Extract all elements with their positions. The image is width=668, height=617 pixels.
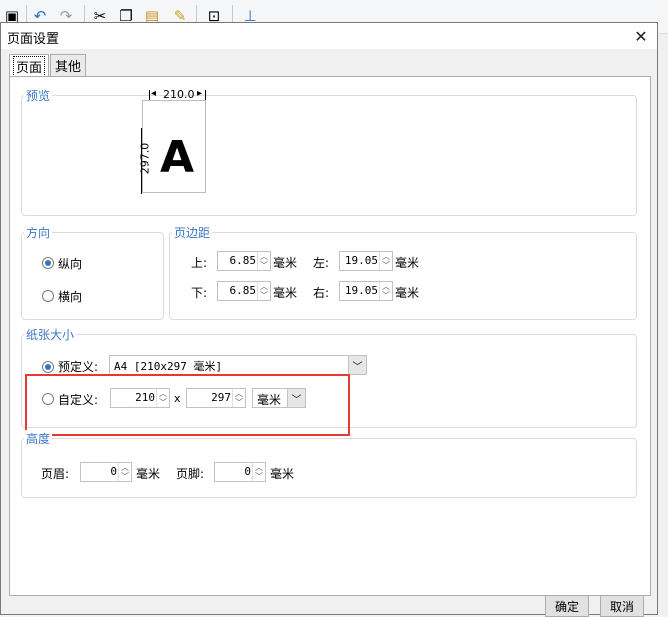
preview-group bbox=[21, 95, 637, 216]
margin-right-label: 右: bbox=[313, 286, 330, 300]
header-height-label: 页眉: bbox=[41, 467, 70, 481]
preset-size-select[interactable]: A4 [210x297 毫米] ﹀ bbox=[109, 355, 367, 375]
margin-right-unit: 毫米 bbox=[395, 286, 420, 300]
preview-letter: A bbox=[159, 131, 195, 183]
footer-height-unit: 毫米 bbox=[270, 467, 295, 481]
custom-size-highlight bbox=[25, 374, 350, 436]
margin-top-label: 上: bbox=[191, 256, 208, 270]
background-right-panel bbox=[658, 34, 668, 615]
margin-top-unit: 毫米 bbox=[273, 256, 298, 270]
margin-right-value: 19.05 bbox=[344, 284, 378, 297]
preview-width-text: 210.0 bbox=[163, 88, 195, 101]
margin-bottom-input[interactable]: 6.85 ︿ ﹀ bbox=[217, 281, 271, 301]
paper-size-group-label: 纸张大小 bbox=[24, 326, 77, 343]
margin-bottom-label: 下: bbox=[191, 286, 208, 300]
tab-page[interactable]: 页面 bbox=[9, 54, 49, 77]
margin-top-input[interactable]: 6.85 ︿ ﹀ bbox=[217, 251, 271, 271]
margin-bottom-value: 6.85 bbox=[229, 284, 257, 297]
margins-group bbox=[169, 232, 637, 320]
close-icon: ✕ bbox=[634, 26, 648, 46]
portrait-label[interactable]: 纵向 bbox=[58, 255, 82, 272]
close-button[interactable]: ✕ bbox=[627, 24, 655, 48]
dialog-title: 页面设置 bbox=[7, 32, 60, 47]
cancel-button[interactable]: 取消 bbox=[600, 595, 644, 617]
tab-other[interactable]: 其他 bbox=[50, 54, 86, 76]
margins-group-label: 页边距 bbox=[172, 224, 213, 241]
spin-arrows-icon[interactable]: ︿ ﹀ bbox=[257, 282, 270, 300]
preset-size-label[interactable]: 预定义: bbox=[58, 358, 98, 375]
margin-right-input[interactable]: 19.05 ︿ ﹀ bbox=[339, 281, 393, 301]
footer-height-label: 页脚: bbox=[176, 467, 205, 481]
footer-height-value: 0 bbox=[244, 465, 251, 478]
dialog-titlebar: 页面设置 ✕ bbox=[1, 23, 657, 49]
preset-size-value: A4 [210x297 毫米] bbox=[114, 360, 223, 373]
spin-arrows-icon[interactable]: ︿ ﹀ bbox=[379, 282, 392, 300]
spin-arrows-icon[interactable]: ︿ ﹀ bbox=[379, 252, 392, 270]
orientation-group-label: 方向 bbox=[24, 224, 53, 241]
spin-arrows-icon[interactable]: ︿ ﹀ bbox=[257, 252, 270, 270]
tab-other-label: 其他 bbox=[54, 60, 81, 75]
height-group-label: 高度 bbox=[24, 430, 53, 447]
footer-height-input[interactable]: 0 ︿ ﹀ bbox=[214, 462, 266, 482]
landscape-label[interactable]: 横向 bbox=[58, 288, 82, 305]
margin-top-value: 6.85 bbox=[229, 254, 257, 267]
preview-height-text: 297.0 bbox=[138, 142, 152, 175]
spin-arrows-icon[interactable]: ︿ ﹀ bbox=[252, 463, 265, 481]
preview-group-label: 预览 bbox=[24, 87, 53, 104]
orientation-group bbox=[21, 232, 164, 320]
spin-arrows-icon[interactable]: ︿ ﹀ bbox=[118, 463, 131, 481]
header-height-input[interactable]: 0 ︿ ﹀ bbox=[80, 462, 132, 482]
preview-width-dimension: ◂ 210.0 ▸ bbox=[149, 88, 207, 102]
ok-button[interactable]: 确定 bbox=[545, 595, 589, 617]
chevron-down-icon[interactable]: ﹀ bbox=[348, 356, 366, 374]
header-height-unit: 毫米 bbox=[136, 467, 161, 481]
tab-page-label: 页面 bbox=[12, 55, 45, 77]
margin-bottom-unit: 毫米 bbox=[273, 286, 298, 300]
portrait-radio[interactable] bbox=[42, 257, 54, 269]
preview-height-dimension: 297.0 bbox=[135, 124, 152, 194]
preset-size-radio[interactable] bbox=[42, 361, 54, 373]
margin-left-label: 左: bbox=[313, 256, 330, 270]
landscape-radio[interactable] bbox=[42, 290, 54, 302]
margin-left-value: 19.05 bbox=[344, 254, 378, 267]
margin-left-unit: 毫米 bbox=[395, 256, 420, 270]
header-height-value: 0 bbox=[110, 465, 117, 478]
margin-left-input[interactable]: 19.05 ︿ ﹀ bbox=[339, 251, 393, 271]
